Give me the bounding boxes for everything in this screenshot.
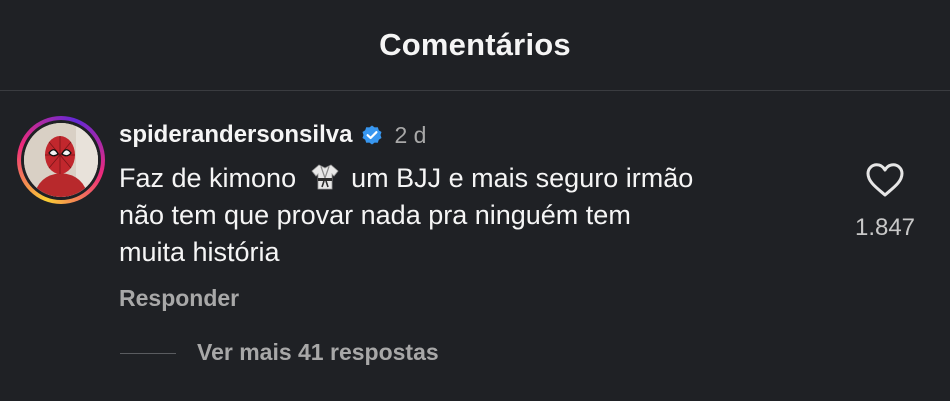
comment-text-part: um BJJ e mais seguro irmão <box>351 163 694 193</box>
comment-line-3: muita história <box>119 237 280 267</box>
comment-username[interactable]: spiderandersonsilva <box>119 121 352 149</box>
heart-outline-icon <box>866 163 904 197</box>
comment-time: 2 d <box>394 121 427 148</box>
reply-button[interactable]: Responder <box>119 285 239 312</box>
comments-sheet: Comentários spiderandersonsilva 2 d Faz … <box>0 0 950 401</box>
like-button[interactable] <box>862 159 908 201</box>
comment-text-part: Faz de kimono <box>119 163 297 193</box>
comment-line-1: Faz de kimono um BJJ e mais seguro irmão <box>119 160 819 197</box>
comments-header: Comentários <box>0 0 950 90</box>
martial-arts-uniform-icon <box>310 162 340 192</box>
comment-meta-row: spiderandersonsilva 2 d <box>119 118 426 152</box>
replies-divider-line <box>120 353 176 354</box>
comment-line-2: não tem que provar nada pra ninguém tem <box>119 200 631 230</box>
comment-text: Faz de kimono um BJJ e mais seguro irmão… <box>119 160 819 271</box>
view-more-replies-button[interactable]: Ver mais 41 respostas <box>197 339 439 366</box>
header-divider <box>0 90 950 91</box>
page-title: Comentários <box>379 27 571 62</box>
avatar[interactable] <box>17 116 105 204</box>
avatar-image <box>24 123 98 197</box>
avatar-ring-gap <box>21 120 101 200</box>
verified-badge-icon <box>360 123 384 147</box>
like-count: 1.847 <box>854 214 916 241</box>
